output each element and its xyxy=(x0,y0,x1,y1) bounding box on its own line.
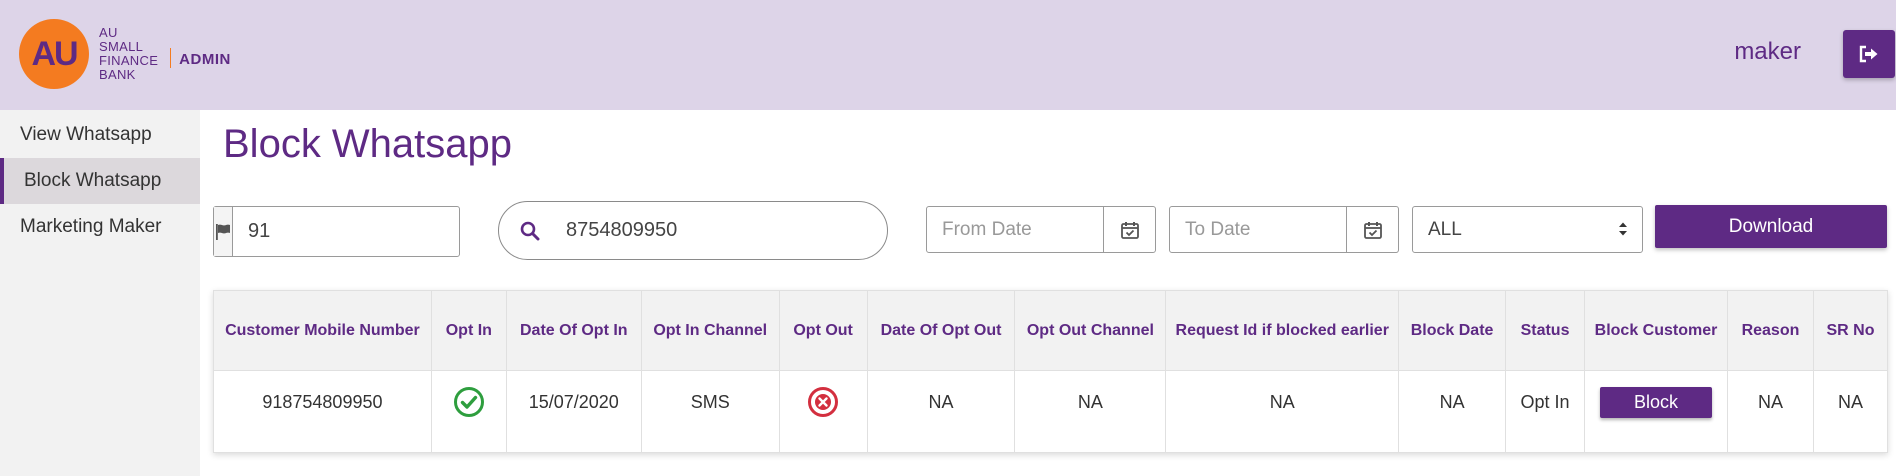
cell-date-opt-in: 15/07/2020 xyxy=(505,370,642,453)
column-header: Date Of Opt In xyxy=(505,290,642,371)
sort-arrows-icon xyxy=(1619,222,1627,236)
logo-admin-label: ADMIN xyxy=(179,50,231,68)
x-circle-icon xyxy=(808,387,839,417)
from-date-input[interactable] xyxy=(927,207,1103,252)
column-header: SR No xyxy=(1812,290,1889,371)
cell-status: Opt In xyxy=(1505,370,1586,453)
logo-mark: AU xyxy=(19,19,89,89)
page-title: Block Whatsapp xyxy=(223,122,513,166)
to-date-picker-button[interactable] xyxy=(1346,207,1398,252)
to-date-group xyxy=(1169,206,1399,253)
sidebar-item-view-whatsapp[interactable]: View Whatsapp xyxy=(0,112,200,158)
column-header: Block Date xyxy=(1398,290,1507,371)
user-name: maker xyxy=(1734,38,1801,65)
whatsapp-block-table: Customer Mobile Number Opt In Date Of Op… xyxy=(213,290,1889,453)
column-header: Opt In Channel xyxy=(640,290,780,371)
column-header: Opt Out xyxy=(778,290,868,371)
cell-request-id: NA xyxy=(1165,370,1400,453)
cell-mobile: 918754809950 xyxy=(213,370,432,453)
calendar-check-icon xyxy=(1363,221,1382,239)
cell-sr-no: NA xyxy=(1812,370,1889,453)
column-header: Date Of Opt Out xyxy=(866,290,1016,371)
sidebar-item-marketing-maker[interactable]: Marketing Maker xyxy=(0,204,200,250)
search-icon[interactable] xyxy=(519,220,541,242)
cell-opt-out-channel: NA xyxy=(1014,370,1167,453)
status-select-value: ALL xyxy=(1428,218,1462,240)
column-header: Request Id if blocked earlier xyxy=(1165,290,1400,371)
table-row: 918754809950 15/07/2020 SMS NA NA NA NA xyxy=(213,370,1889,453)
column-header: Reason xyxy=(1726,290,1814,371)
column-header: Status xyxy=(1505,290,1586,371)
status-select[interactable]: ALL xyxy=(1412,206,1643,253)
to-date-input[interactable] xyxy=(1170,207,1346,252)
country-code-input[interactable] xyxy=(233,207,513,256)
from-date-group xyxy=(926,206,1156,253)
table-header-row: Customer Mobile Number Opt In Date Of Op… xyxy=(213,290,1889,371)
cell-date-opt-out: NA xyxy=(866,370,1016,453)
cell-block-customer: Block xyxy=(1584,370,1728,453)
column-header: Block Customer xyxy=(1584,290,1728,371)
bank-logo[interactable]: AU AU SMALL FINANCE BANK ADMIN xyxy=(19,19,231,89)
cell-opt-in xyxy=(430,370,507,453)
cell-reason: NA xyxy=(1726,370,1814,453)
mobile-search-group xyxy=(498,201,888,260)
country-code-group xyxy=(213,206,513,257)
cell-opt-in-channel: SMS xyxy=(640,370,780,453)
cell-opt-out xyxy=(778,370,868,453)
block-customer-button[interactable]: Block xyxy=(1599,387,1712,418)
logo-wordmark: AU SMALL FINANCE BANK xyxy=(99,25,159,82)
sign-out-icon xyxy=(1859,45,1878,63)
logout-button[interactable] xyxy=(1843,30,1895,78)
logo-divider xyxy=(170,48,172,68)
sidebar-item-block-whatsapp[interactable]: Block Whatsapp xyxy=(0,158,200,204)
sidebar: View Whatsapp Block Whatsapp Marketing M… xyxy=(0,110,200,476)
check-circle-icon xyxy=(453,387,484,417)
top-header: AU AU SMALL FINANCE BANK ADMIN maker xyxy=(0,0,1896,110)
calendar-check-icon xyxy=(1120,221,1139,239)
column-header: Opt In xyxy=(430,290,507,371)
cell-block-date: NA xyxy=(1398,370,1507,453)
mobile-search-input[interactable] xyxy=(566,219,866,242)
column-header: Opt Out Channel xyxy=(1014,290,1167,371)
column-header: Customer Mobile Number xyxy=(213,290,432,371)
download-button[interactable]: Download xyxy=(1655,205,1887,248)
from-date-picker-button[interactable] xyxy=(1103,207,1155,252)
flag-icon xyxy=(214,207,233,256)
